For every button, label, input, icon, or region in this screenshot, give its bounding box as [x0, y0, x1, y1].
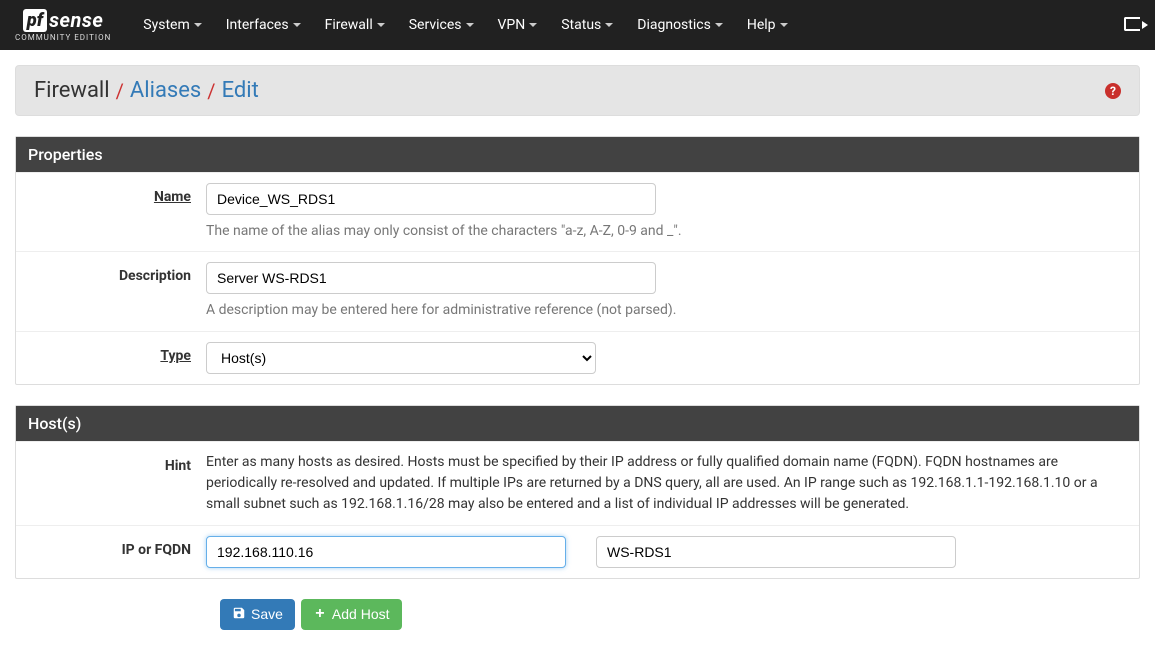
label-type: Type [16, 342, 206, 374]
chevron-down-icon [715, 23, 723, 27]
properties-header: Properties [16, 137, 1139, 172]
save-icon [232, 606, 246, 623]
nav-label: Interfaces [226, 17, 289, 33]
name-input[interactable] [206, 183, 656, 215]
breadcrumb: Firewall / Aliases / Edit ? [15, 65, 1140, 116]
nav-help[interactable]: Help [735, 17, 800, 33]
nav-label: Services [409, 17, 462, 33]
logout-icon [1124, 17, 1140, 31]
properties-panel: Properties Name The name of the alias ma… [15, 136, 1140, 385]
nav-label: VPN [498, 17, 526, 33]
nav-services[interactable]: Services [397, 17, 486, 33]
add-host-button[interactable]: + Add Host [301, 599, 402, 630]
logout-button[interactable] [1124, 15, 1140, 36]
row-hint: Hint Enter as many hosts as desired. Hos… [16, 441, 1139, 525]
label-hint: Hint [16, 452, 206, 515]
hosts-header: Host(s) [16, 406, 1139, 441]
chevron-down-icon [780, 23, 788, 27]
chevron-down-icon [293, 23, 301, 27]
type-select[interactable]: Host(s) [206, 342, 596, 374]
row-host-entry: IP or FQDN [16, 525, 1139, 578]
nav-diagnostics[interactable]: Diagnostics [625, 17, 735, 33]
label-name: Name [16, 183, 206, 241]
chevron-down-icon [605, 23, 613, 27]
nav-label: Diagnostics [637, 17, 711, 33]
plus-icon: + [313, 607, 327, 621]
nav-label: Firewall [325, 17, 373, 33]
logo[interactable]: pf sense COMMUNITY EDITION [15, 8, 111, 42]
logo-sense: sense [49, 8, 103, 32]
hosts-panel: Host(s) Hint Enter as many hosts as desi… [15, 405, 1140, 579]
nav-vpn[interactable]: VPN [486, 17, 550, 33]
row-name: Name The name of the alias may only cons… [16, 172, 1139, 251]
chevron-down-icon [194, 23, 202, 27]
row-description: Description A description may be entered… [16, 251, 1139, 330]
help-icon[interactable]: ? [1105, 83, 1121, 99]
name-help: The name of the alias may only consist o… [206, 221, 1124, 241]
nav-label: Status [561, 17, 601, 33]
action-bar: Save + Add Host [15, 599, 1140, 630]
nav-label: System [143, 17, 189, 33]
description-help: A description may be entered here for ad… [206, 300, 1124, 320]
top-navbar: pf sense COMMUNITY EDITION System Interf… [0, 0, 1155, 50]
chevron-down-icon [466, 23, 474, 27]
chevron-down-icon [529, 23, 537, 27]
nav-system[interactable]: System [131, 17, 213, 33]
nav-interfaces[interactable]: Interfaces [214, 17, 313, 33]
row-type: Type Host(s) [16, 331, 1139, 384]
nav-label: Help [747, 17, 776, 33]
breadcrumb-root: Firewall [34, 78, 110, 103]
save-label: Save [251, 606, 283, 622]
nav-menu: System Interfaces Firewall Services VPN … [131, 17, 1124, 33]
label-ip-or-fqdn: IP or FQDN [16, 536, 206, 568]
chevron-down-icon [377, 23, 385, 27]
nav-status[interactable]: Status [549, 17, 625, 33]
hint-text: Enter as many hosts as desired. Hosts mu… [206, 452, 1124, 515]
add-host-label: Add Host [332, 606, 390, 622]
breadcrumb-aliases[interactable]: Aliases [130, 78, 201, 103]
breadcrumb-edit[interactable]: Edit [222, 78, 259, 103]
host-address-input[interactable] [206, 536, 566, 568]
breadcrumb-sep: / [207, 79, 215, 103]
breadcrumb-sep: / [116, 79, 124, 103]
label-description: Description [16, 262, 206, 320]
logo-subtitle: COMMUNITY EDITION [15, 33, 111, 42]
host-description-input[interactable] [596, 536, 956, 568]
nav-firewall[interactable]: Firewall [313, 17, 397, 33]
logo-pf: pf [23, 9, 47, 32]
save-button[interactable]: Save [220, 599, 295, 630]
description-input[interactable] [206, 262, 656, 294]
